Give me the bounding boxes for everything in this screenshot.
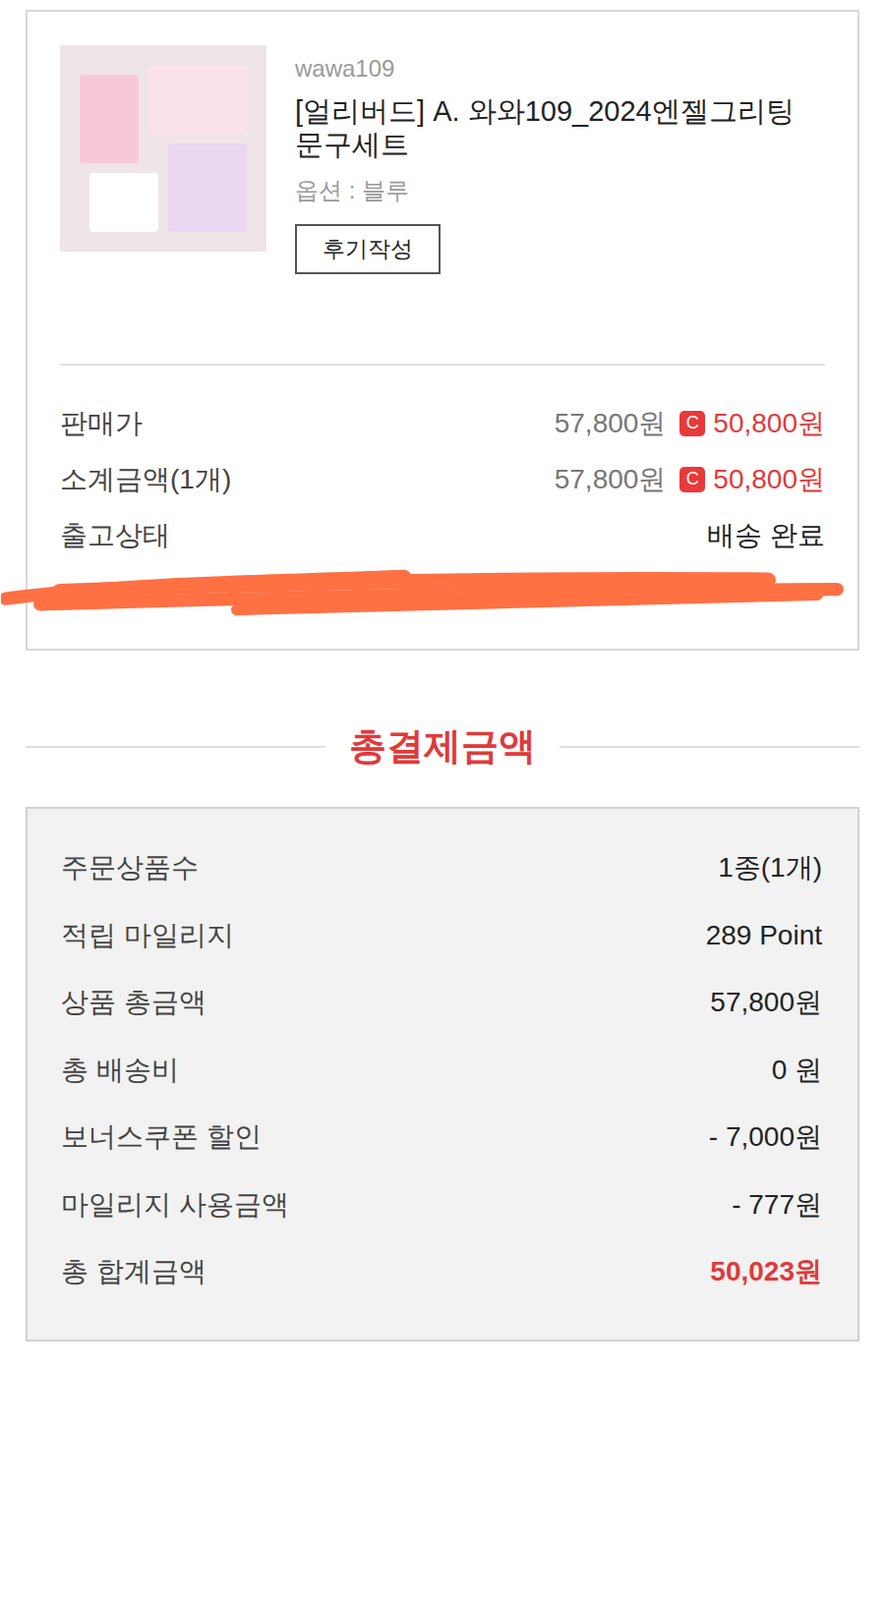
- summary-row: 총 배송비 0 원: [60, 1037, 823, 1106]
- order-detail-page: wawa109 [얼리버드] A. 와와109_2024엔젤그리팅 문구세트 옵…: [0, 0, 885, 1382]
- product-title[interactable]: [얼리버드] A. 와와109_2024엔젤그리팅 문구세트: [295, 94, 826, 162]
- summary-label: 적립 마일리지: [60, 917, 235, 955]
- review-button[interactable]: 후기작성: [295, 224, 441, 275]
- row-label: 판매가: [59, 405, 143, 443]
- summary-value: - 777원: [731, 1186, 823, 1225]
- redaction-scribble: [0, 563, 847, 620]
- summary-value: 57,800원: [709, 984, 823, 1022]
- row-label: 출고상태: [59, 517, 171, 555]
- sale-price: 50,800원: [712, 461, 826, 499]
- heading-line: [25, 746, 326, 749]
- summary-row: 적립 마일리지 289 Point: [60, 902, 823, 971]
- divider: [59, 363, 826, 366]
- detail-row: 출고상태 배송 완료: [59, 507, 826, 564]
- summary-label: 상품 총금액: [60, 984, 207, 1022]
- product-info: wawa109 [얼리버드] A. 와와109_2024엔젤그리팅 문구세트 옵…: [59, 45, 826, 364]
- order-item-card: wawa109 [얼리버드] A. 와와109_2024엔젤그리팅 문구세트 옵…: [25, 9, 860, 651]
- summary-row: 총 합계금액 50,023원: [60, 1239, 823, 1307]
- row-label: 소계금액(1개): [59, 461, 232, 499]
- detail-rows: 판매가 57,800원 C 50,800원소계금액(1개) 57,800원 C …: [59, 365, 826, 620]
- summary-value: 289 Point: [706, 920, 823, 952]
- payment-summary: 주문상품수 1종(1개)적립 마일리지 289 Point상품 총금액 57,8…: [25, 807, 860, 1343]
- summary-label: 주문상품수: [60, 849, 199, 887]
- row-value: 배송 완료: [707, 517, 826, 555]
- summary-label: 마일리지 사용금액: [60, 1186, 290, 1225]
- detail-row: 판매가 57,800원 C 50,800원: [59, 395, 826, 452]
- summary-label: 보너스쿠폰 할인: [60, 1119, 262, 1157]
- total-heading: 총결제금액: [25, 721, 860, 772]
- heading-text: 총결제금액: [349, 721, 536, 772]
- product-option: 옵션 : 블루: [295, 175, 826, 207]
- redacted-row: [59, 563, 826, 620]
- original-price: 57,800원: [554, 461, 667, 499]
- summary-value: - 7,000원: [708, 1119, 823, 1157]
- price-values: 57,800원 C 50,800원: [554, 405, 826, 443]
- detail-row: 소계금액(1개) 57,800원 C 50,800원: [59, 451, 826, 508]
- coupon-badge: C: [679, 467, 706, 493]
- price-values: 57,800원 C 50,800원: [554, 461, 826, 499]
- product-photo: [59, 45, 267, 252]
- product-text: wawa109 [얼리버드] A. 와와109_2024엔젤그리팅 문구세트 옵…: [295, 45, 826, 275]
- summary-value: 0 원: [771, 1052, 823, 1090]
- heading-line: [559, 746, 860, 749]
- summary-row: 주문상품수 1종(1개): [60, 834, 823, 903]
- summary-row: 마일리지 사용금액 - 777원: [60, 1172, 823, 1240]
- sale-price: 50,800원: [712, 405, 826, 443]
- summary-value: 1종(1개): [717, 849, 823, 887]
- summary-value: 50,023원: [709, 1253, 823, 1292]
- seller-name: wawa109: [295, 55, 826, 83]
- summary-label: 총 합계금액: [60, 1253, 207, 1292]
- original-price: 57,800원: [554, 405, 667, 443]
- summary-label: 총 배송비: [60, 1052, 179, 1090]
- summary-row: 보너스쿠폰 할인 - 7,000원: [60, 1104, 823, 1173]
- coupon-badge: C: [679, 411, 706, 437]
- summary-row: 상품 총금액 57,800원: [60, 969, 823, 1038]
